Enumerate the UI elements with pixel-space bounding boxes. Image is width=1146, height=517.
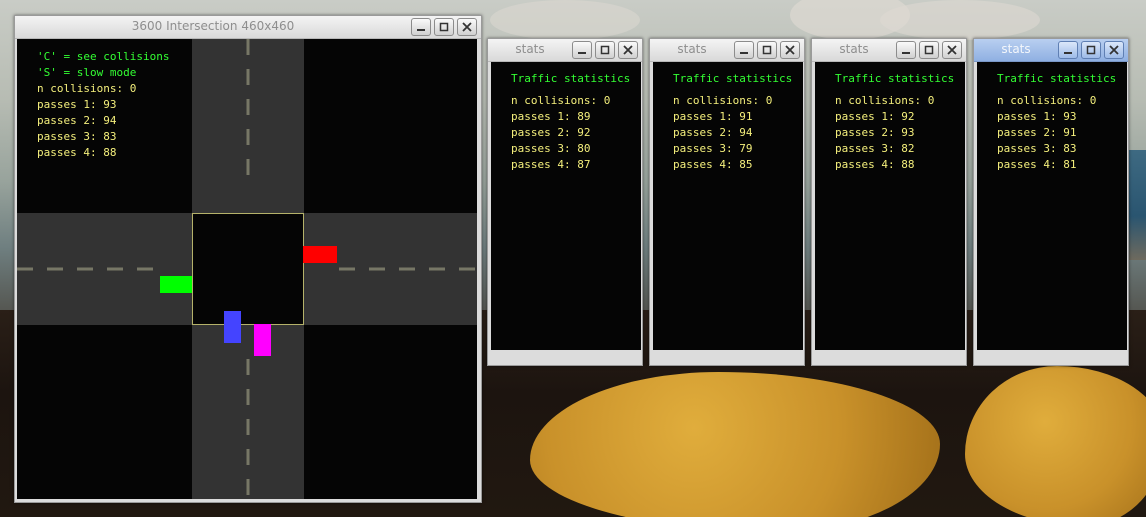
passes-2: passes 2: 94 (37, 114, 117, 127)
stats-canvas: Traffic statistics n collisions: 0 passe… (653, 62, 803, 350)
stats-heading: Traffic statistics (673, 72, 793, 85)
stats-window-titlebar[interactable]: stats (650, 39, 804, 62)
minimize-icon[interactable] (896, 41, 916, 59)
passes-1: passes 1: 93 (997, 110, 1077, 123)
minimize-icon[interactable] (411, 18, 431, 36)
passes-1: passes 1: 89 (511, 110, 591, 123)
close-icon[interactable] (1104, 41, 1124, 59)
minimize-icon[interactable] (572, 41, 592, 59)
intersection-window-titlebar[interactable]: 3600 Intersection 460x460 (15, 16, 481, 39)
close-icon[interactable] (618, 41, 638, 59)
passes-4: passes 4: 81 (997, 158, 1077, 171)
stats-window-titlebar[interactable]: stats (812, 39, 966, 62)
maximize-icon[interactable] (757, 41, 777, 59)
car-magenta (254, 324, 271, 356)
hint-collisions: 'C' = see collisions (37, 50, 170, 63)
window-title: stats (677, 42, 707, 56)
passes-3: passes 3: 80 (511, 142, 591, 155)
close-icon[interactable] (780, 41, 800, 59)
minimize-icon[interactable] (734, 41, 754, 59)
collision-count: n collisions: 0 (673, 94, 773, 107)
stats-canvas: Traffic statistics n collisions: 0 passe… (491, 62, 641, 350)
passes-2: passes 2: 92 (511, 126, 591, 139)
window-title: stats (839, 42, 869, 56)
maximize-icon[interactable] (919, 41, 939, 59)
collision-count: n collisions: 0 (997, 94, 1097, 107)
passes-3: passes 3: 83 (997, 142, 1077, 155)
maximize-icon[interactable] (595, 41, 615, 59)
stats-heading: Traffic statistics (511, 72, 631, 85)
collision-count: n collisions: 0 (511, 94, 611, 107)
passes-2: passes 2: 93 (835, 126, 915, 139)
window-title: stats (515, 42, 545, 56)
intersection-window: 3600 Intersection 460x460 'C' = see coll… (14, 15, 482, 503)
maximize-icon[interactable] (434, 18, 454, 36)
stats-window-2: stats Traffic statistics n collisions: 0… (649, 38, 805, 366)
window-title: 3600 Intersection 460x460 (131, 19, 295, 33)
passes-4: passes 4: 87 (511, 158, 591, 171)
maximize-icon[interactable] (1081, 41, 1101, 59)
car-green (160, 276, 192, 293)
collision-count: n collisions: 0 (835, 94, 935, 107)
stats-window-4: stats Traffic statistics n collisions: 0… (973, 38, 1129, 366)
stats-heading: Traffic statistics (835, 72, 955, 85)
stats-window-titlebar[interactable]: stats (488, 39, 642, 62)
passes-1: passes 1: 91 (673, 110, 753, 123)
stats-canvas: Traffic statistics n collisions: 0 passe… (977, 62, 1127, 350)
passes-4: passes 4: 88 (835, 158, 915, 171)
close-icon[interactable] (457, 18, 477, 36)
stats-canvas: Traffic statistics n collisions: 0 passe… (815, 62, 965, 350)
passes-4: passes 4: 85 (673, 158, 753, 171)
intersection-canvas[interactable]: 'C' = see collisions 'S' = slow mode n c… (17, 39, 477, 499)
collision-count: n collisions: 0 (37, 82, 137, 95)
minimize-icon[interactable] (1058, 41, 1078, 59)
close-icon[interactable] (942, 41, 962, 59)
passes-1: passes 1: 92 (835, 110, 915, 123)
intersection-box (192, 213, 304, 325)
stats-window-titlebar[interactable]: stats (974, 39, 1128, 62)
passes-4: passes 4: 88 (37, 146, 117, 159)
window-title: stats (1001, 42, 1031, 56)
hud-text: 'C' = see collisions 'S' = slow mode n c… (37, 49, 169, 161)
passes-2: passes 2: 91 (997, 126, 1077, 139)
car-blue (224, 311, 241, 343)
passes-3: passes 3: 82 (835, 142, 915, 155)
hint-slow-mode: 'S' = slow mode (37, 66, 137, 79)
stats-window-3: stats Traffic statistics n collisions: 0… (811, 38, 967, 366)
passes-1: passes 1: 93 (37, 98, 117, 111)
stats-window-1: stats Traffic statistics n collisions: 0… (487, 38, 643, 366)
stats-heading: Traffic statistics (997, 72, 1117, 85)
passes-2: passes 2: 94 (673, 126, 753, 139)
car-red (303, 246, 337, 263)
passes-3: passes 3: 79 (673, 142, 753, 155)
passes-3: passes 3: 83 (37, 130, 117, 143)
